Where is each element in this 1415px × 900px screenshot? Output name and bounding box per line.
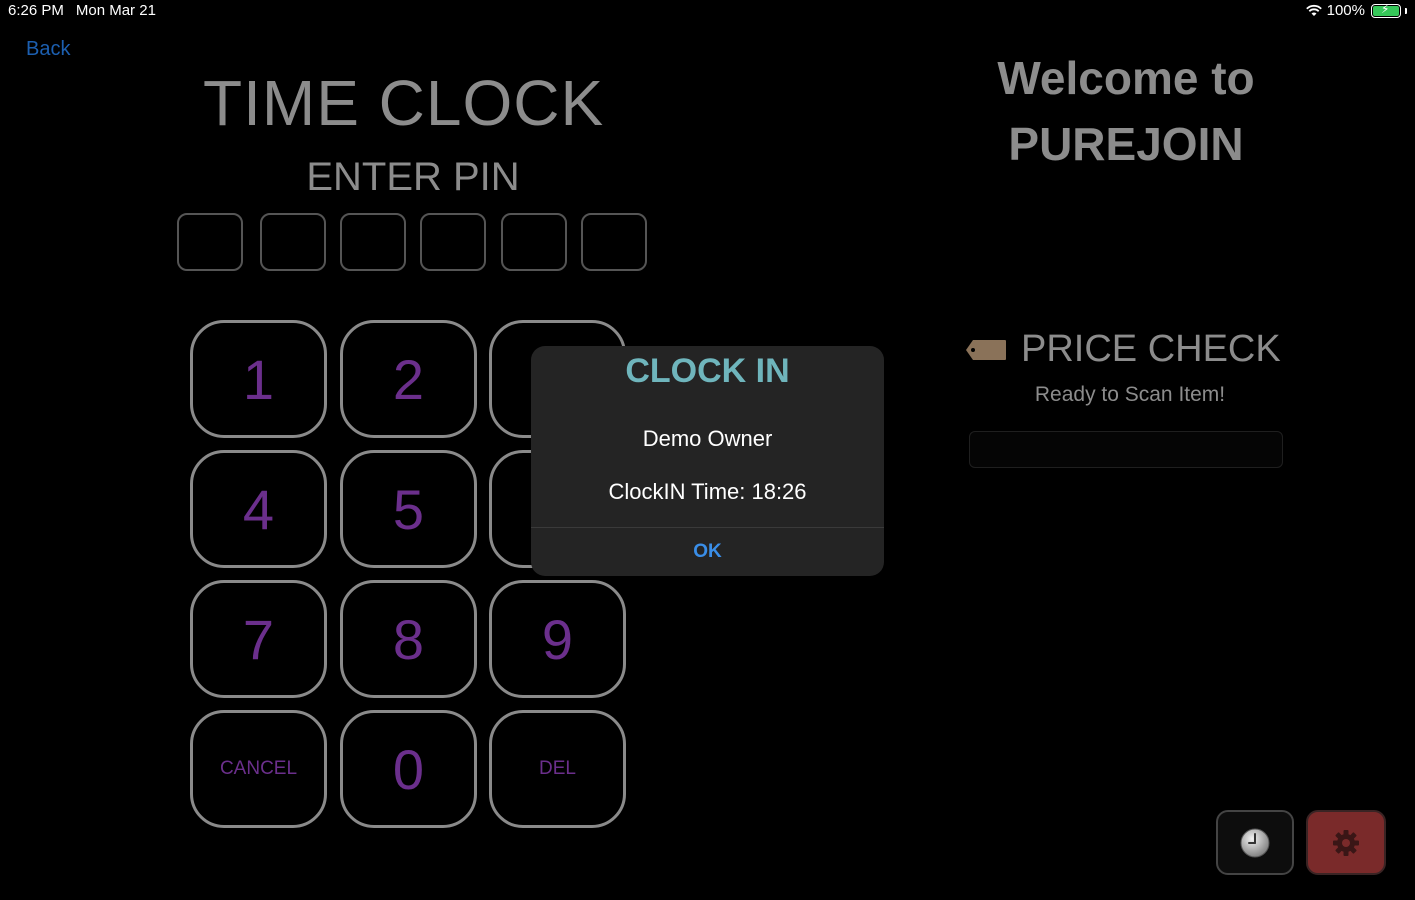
pin-digit-box [501,213,567,271]
pin-digit-box [420,213,486,271]
battery-charging-icon: ⚡ [1371,2,1401,18]
key-5[interactable]: 5 [340,450,477,568]
page-title: TIME CLOCK [203,67,605,139]
welcome-heading: Welcome to PUREJOIN [970,45,1282,177]
status-date: Mon Mar 21 [75,2,156,19]
settings-button[interactable] [1306,810,1386,875]
alert-title: CLOCK IN [625,352,790,390]
welcome-line-1: Welcome to [997,52,1255,104]
scan-input[interactable] [969,431,1283,468]
key-8[interactable]: 8 [340,580,477,698]
key-1[interactable]: 1 [190,320,327,438]
pin-digit-box [177,213,243,271]
price-check-title: PRICE CHECK [1021,328,1281,370]
pin-digit-box [581,213,647,271]
wifi-icon [1305,4,1322,16]
scan-status-text: Ready to Scan Item! [1034,383,1226,406]
key-2[interactable]: 2 [340,320,477,438]
key-9[interactable]: 9 [489,580,626,698]
status-bar-right: 100% ⚡ [1305,2,1407,19]
status-bar-left: 6:26 PM Mon Mar 21 [8,2,156,19]
ok-button[interactable]: OK [531,528,884,576]
key-7[interactable]: 7 [190,580,327,698]
key-0[interactable]: 0 [340,710,477,828]
clock-icon [1240,828,1270,857]
battery-percent: 100% [1326,2,1365,19]
pin-digit-box [340,213,406,271]
enter-pin-label: ENTER PIN [306,155,520,199]
alert-employee-name: Demo Owner [642,426,773,451]
gear-icon [1333,829,1359,856]
back-button[interactable]: Back [26,38,70,61]
price-tag-icon [966,339,1006,360]
time-clock-button[interactable] [1216,810,1294,875]
pin-digit-box [260,213,326,271]
status-time: 6:26 PM [8,2,64,19]
delete-button[interactable]: DEL [489,710,626,828]
clock-in-alert: CLOCK IN Demo Owner ClockIN Time: 18:26 … [531,346,884,576]
welcome-line-2: PUREJOIN [1008,118,1244,170]
cancel-button[interactable]: CANCEL [190,710,327,828]
price-check-header: PRICE CHECK [965,328,1281,371]
key-4[interactable]: 4 [190,450,327,568]
alert-clockin-time: ClockIN Time: 18:26 [608,479,807,504]
